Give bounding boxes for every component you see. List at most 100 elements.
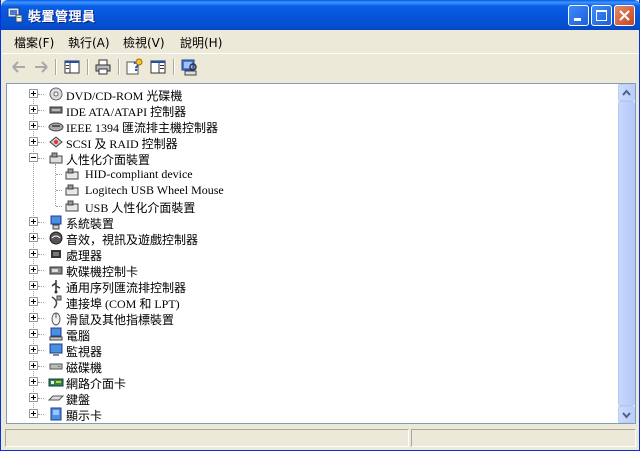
tree-connector-line xyxy=(38,270,44,271)
hid-device-icon xyxy=(65,200,79,212)
expand-toggle[interactable] xyxy=(29,313,38,322)
expand-toggle[interactable] xyxy=(29,393,38,402)
keyboard-icon xyxy=(48,395,64,401)
tree-category-row[interactable]: 軟碟機控制卡 xyxy=(7,262,607,279)
scan-hardware-icon[interactable] xyxy=(180,58,198,76)
usb-icon xyxy=(51,280,61,294)
tree-category-row[interactable]: 監視器 xyxy=(7,342,607,359)
expand-toggle[interactable] xyxy=(29,233,38,242)
status-pane-main xyxy=(5,429,409,447)
back-arrow-icon[interactable] xyxy=(10,58,28,76)
tree-item-label: Logitech USB Wheel Mouse xyxy=(85,183,224,197)
tree-category-row[interactable]: IEEE 1394 匯流排主機控制器 xyxy=(7,118,607,135)
network-adapter-icon xyxy=(48,378,64,387)
chevron-down-icon xyxy=(622,412,631,419)
menu-action[interactable]: 執行(A) xyxy=(68,34,110,51)
monitor-icon xyxy=(49,343,63,356)
expand-toggle[interactable] xyxy=(29,377,38,386)
expand-toggle[interactable] xyxy=(29,121,38,130)
close-icon xyxy=(619,10,630,21)
tree-category-row[interactable]: 系統裝置 xyxy=(7,214,607,231)
hid-device-icon xyxy=(65,184,79,196)
expand-toggle[interactable] xyxy=(29,137,38,146)
tree-category-row[interactable]: 連接埠 (COM 和 LPT) xyxy=(7,294,607,311)
title-bar[interactable]: 裝置管理員 xyxy=(1,0,640,30)
tree-category-row[interactable]: 電腦 xyxy=(7,326,607,343)
device-tree: DVD/CD-ROM 光碟機 IDE ATA/ATAPI 控制器 IEEE 1394… xyxy=(7,84,619,423)
menu-help[interactable]: 說明(H) xyxy=(180,34,222,51)
expand-toggle[interactable] xyxy=(29,361,38,370)
tree-connector-line xyxy=(38,142,44,143)
scroll-up-button[interactable] xyxy=(618,84,635,101)
maximize-button[interactable] xyxy=(591,5,612,26)
expand-toggle[interactable] xyxy=(29,281,38,290)
mouse-icon xyxy=(51,312,61,326)
disk-drive-icon xyxy=(49,363,63,370)
toolbar: ? xyxy=(2,53,639,80)
expand-toggle[interactable] xyxy=(29,345,38,354)
tree-connector-line xyxy=(38,126,44,127)
print-icon[interactable] xyxy=(94,58,112,76)
expand-toggle[interactable] xyxy=(29,265,38,274)
cdrom-icon xyxy=(49,87,63,101)
tree-device-row[interactable]: Logitech USB Wheel Mouse xyxy=(7,182,607,198)
tree-category-row[interactable]: 音效，視訊及遊戲控制器 xyxy=(7,230,607,247)
tree-connector-line xyxy=(38,110,44,111)
vertical-scrollbar[interactable] xyxy=(618,84,635,423)
menu-view[interactable]: 檢視(V) xyxy=(123,34,165,51)
minimize-button[interactable] xyxy=(568,5,589,26)
tree-connector-line xyxy=(38,414,44,415)
tree-category-row[interactable]: IDE ATA/ATAPI 控制器 xyxy=(7,102,607,119)
tree-category-row[interactable]: SCSI 及 RAID 控制器 xyxy=(7,134,607,151)
hid-device-icon xyxy=(65,168,79,180)
collapse-toggle[interactable] xyxy=(29,153,38,162)
tree-connector-line xyxy=(38,94,44,95)
device-manager-window: 裝置管理員 檔案(F) 執行(A) 檢視(V) 說明(H) ? DVD/CD-R… xyxy=(0,0,640,451)
toolbar-separator xyxy=(118,59,120,75)
ide-controller-icon xyxy=(49,106,63,114)
tree-connector-line xyxy=(38,158,44,159)
device-tree-pane[interactable]: DVD/CD-ROM 光碟機 IDE ATA/ATAPI 控制器 IEEE 1394… xyxy=(6,83,636,424)
tree-connector-line xyxy=(38,254,44,255)
tree-category-row[interactable]: DVD/CD-ROM 光碟機 xyxy=(7,86,607,103)
tree-connector-line xyxy=(38,366,44,367)
tree-device-row[interactable]: USB 人性化介面裝置 xyxy=(7,198,607,215)
tree-category-row[interactable]: 通用序列匯流排控制器 xyxy=(7,278,607,295)
tree-connector-line xyxy=(55,164,56,206)
expand-toggle[interactable] xyxy=(29,89,38,98)
menu-file[interactable]: 檔案(F) xyxy=(14,34,54,51)
help-properties-icon[interactable]: ? xyxy=(125,58,143,76)
status-pane-secondary xyxy=(411,429,636,447)
computer-icon xyxy=(49,327,63,341)
tree-connector-line xyxy=(38,398,44,399)
tree-category-row[interactable]: 磁碟機 xyxy=(7,358,607,375)
display-adapter-icon xyxy=(50,407,62,421)
status-bar xyxy=(2,427,639,449)
expand-toggle[interactable] xyxy=(29,249,38,258)
tree-category-row[interactable]: 滑鼠及其他指標裝置 xyxy=(7,310,607,327)
tree-device-row[interactable]: HID-compliant device xyxy=(7,166,607,182)
tree-category-row[interactable]: 鍵盤 xyxy=(7,390,607,407)
console-tree-icon[interactable] xyxy=(63,58,81,76)
tree-connector-line xyxy=(38,302,44,303)
tree-category-row[interactable]: 人性化介面裝置 xyxy=(7,150,607,167)
expand-toggle[interactable] xyxy=(29,329,38,338)
window-title: 裝置管理員 xyxy=(28,10,96,25)
close-button[interactable] xyxy=(614,5,635,26)
expand-toggle[interactable] xyxy=(29,409,38,418)
sound-icon xyxy=(49,231,63,245)
scroll-down-button[interactable] xyxy=(618,406,635,423)
scroll-thumb[interactable] xyxy=(618,101,635,406)
tree-category-row[interactable]: 處理器 xyxy=(7,246,607,263)
tree-category-row[interactable]: 顯示卡 xyxy=(7,406,607,423)
hid-icon xyxy=(49,152,63,164)
tree-connector-line xyxy=(38,318,44,319)
tree-connector-line xyxy=(56,206,62,207)
tree-category-row[interactable]: 網路介面卡 xyxy=(7,374,607,391)
expand-toggle[interactable] xyxy=(29,217,38,226)
expand-toggle[interactable] xyxy=(29,105,38,114)
show-hide-icon[interactable] xyxy=(149,58,167,76)
expand-toggle[interactable] xyxy=(29,297,38,306)
forward-arrow-icon[interactable] xyxy=(32,58,50,76)
tree-item-label: HID-compliant device xyxy=(85,167,193,181)
